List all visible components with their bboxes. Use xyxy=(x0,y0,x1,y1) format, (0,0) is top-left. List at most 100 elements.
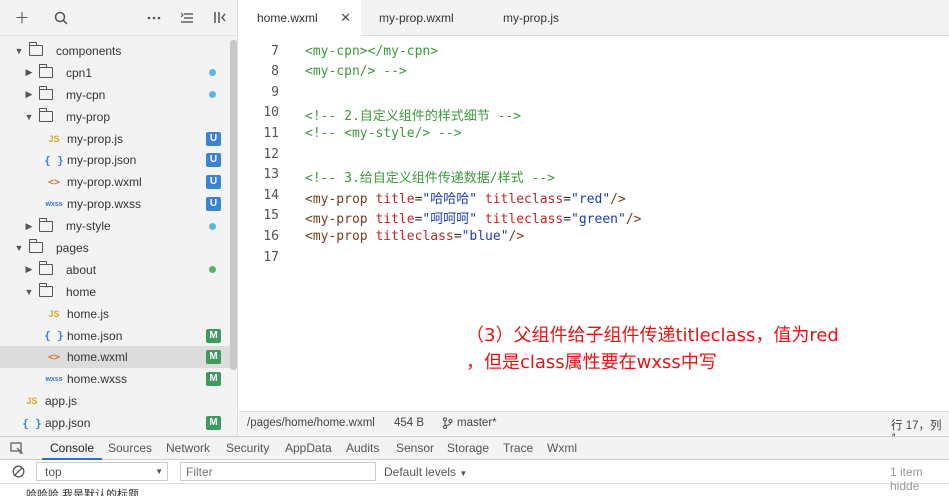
devtools-tab-audits[interactable]: Audits xyxy=(346,437,379,460)
code-token: "哈哈哈" xyxy=(422,191,478,207)
tree-item[interactable]: ▼ pages xyxy=(0,237,237,259)
git-status-badge: M xyxy=(206,372,221,387)
tree-item[interactable]: { } my-prop.json U xyxy=(0,149,237,171)
file-tree: ▼ components ▶ cpn1 ▶ my-cpn ▼ my-prop JS my-prop… xyxy=(0,36,237,434)
code-token: <my-cpn/> --> xyxy=(305,64,407,80)
tree-item-label: my-prop.json xyxy=(67,153,137,168)
git-status-badge: U xyxy=(206,153,221,168)
chevron-down-icon[interactable]: ▼ xyxy=(14,243,24,253)
git-status-badge: M xyxy=(206,328,221,343)
collapse-all-icon[interactable] xyxy=(170,0,203,36)
chevron-down-icon[interactable]: ▼ xyxy=(24,112,34,122)
log-levels-select[interactable]: Default levels ▼ xyxy=(384,465,467,479)
code-line[interactable]: <my-cpn></my-cpn> xyxy=(305,44,438,59)
line-number: 12 xyxy=(263,146,279,162)
chevron-right-icon[interactable]: ▶ xyxy=(24,89,34,100)
split-view-icon[interactable] xyxy=(203,0,236,36)
tree-item[interactable]: { } home.json M xyxy=(0,325,237,347)
code-token: titleclass xyxy=(484,212,564,228)
code-line[interactable]: <!-- 3.给自定义组件传递数据/样式 --> xyxy=(305,167,555,186)
status-dot xyxy=(209,69,216,77)
code-token: <!-- <my-cpn></my-cpn> xyxy=(305,37,477,38)
devtools-tab-sensor[interactable]: Sensor xyxy=(396,437,434,460)
tree-item[interactable]: ▼ components xyxy=(0,40,237,62)
tab-label: my-prop.wxml xyxy=(379,11,454,25)
tree-item[interactable]: { } app.json M xyxy=(0,412,237,434)
code-line[interactable]: <!-- 2.自定义组件的样式细节 --> xyxy=(305,105,521,124)
js-file-icon: JS xyxy=(48,133,60,144)
tab-my-prop-wxml[interactable]: my-prop.wxml xyxy=(361,0,489,36)
tree-item[interactable]: wxss home.wxss M xyxy=(0,368,237,390)
editor-tabs: home.wxml ✕ my-prop.wxml my-prop.js xyxy=(239,0,949,36)
devtools-tab-security[interactable]: Security xyxy=(226,437,269,460)
devtools-tab-storage[interactable]: Storage xyxy=(447,437,489,460)
chevron-right-icon[interactable]: ▶ xyxy=(24,221,34,232)
devtools-tab-console[interactable]: Console xyxy=(42,437,103,460)
more-icon[interactable] xyxy=(137,0,170,36)
console-message: 哈哈哈 我是默认的标题 xyxy=(26,489,140,496)
chevron-right-icon[interactable]: ▶ xyxy=(24,264,34,275)
code-token: = xyxy=(563,212,572,228)
tree-item-label: my-prop.js xyxy=(67,131,124,146)
line-number: 8 xyxy=(271,64,279,80)
tree-item[interactable]: JS home.js xyxy=(0,303,237,325)
tree-item[interactable]: <> home.wxml M xyxy=(0,346,237,369)
js-file-icon: JS xyxy=(48,308,60,319)
code-line[interactable]: <!-- <my-cpn></my-cpn> xyxy=(305,37,477,38)
json-file-icon: { } xyxy=(44,329,64,343)
code-line[interactable]: <my-prop title="呵呵呵" titleclass="green"/… xyxy=(305,208,641,227)
chevron-down-icon[interactable]: ▼ xyxy=(14,46,24,56)
tree-item[interactable]: ▶ my-style xyxy=(0,215,237,237)
wxml-file-icon: <> xyxy=(47,351,61,363)
code-line[interactable]: <my-prop titleclass="blue"/> xyxy=(305,229,524,244)
chevron-down-icon[interactable]: ▼ xyxy=(24,287,34,297)
tree-item-label: app.json xyxy=(45,416,91,431)
annotation-line-2: ，但是class属性要在wxss中写 xyxy=(466,352,717,373)
tree-item[interactable]: <> my-prop.wxml U xyxy=(0,171,237,193)
chevron-right-icon[interactable]: ▶ xyxy=(24,67,34,78)
tree-item[interactable]: JS my-prop.js U xyxy=(0,128,237,150)
tree-item-label: about xyxy=(66,262,97,277)
tree-item[interactable]: ▼ my-prop xyxy=(0,106,237,128)
context-select[interactable]: top ▼ xyxy=(36,462,168,481)
tree-item[interactable]: wxss my-prop.wxss U xyxy=(0,193,237,215)
devtools-tab-trace[interactable]: Trace xyxy=(503,437,533,460)
tree-item[interactable]: ▶ cpn1 xyxy=(0,62,237,84)
code-line[interactable]: <!-- <my-style/> --> xyxy=(305,126,462,141)
clear-console-icon[interactable] xyxy=(12,465,25,481)
file-path[interactable]: /pages/home/home.wxml xyxy=(247,417,375,429)
code-token: "green" xyxy=(571,212,626,228)
tree-item[interactable]: ▶ about xyxy=(0,259,237,281)
tab-my-prop-js[interactable]: my-prop.js xyxy=(489,0,609,36)
devtools-tab-sources[interactable]: Sources xyxy=(108,437,152,460)
console-output: 哈哈哈 我是默认的标题 xyxy=(0,484,949,496)
line-number: 14 xyxy=(263,187,279,203)
git-status-badge: U xyxy=(206,175,221,190)
sidebar-scrollbar[interactable] xyxy=(230,40,237,370)
devtools-tabbar: Console Sources Network Security AppData… xyxy=(0,436,949,460)
dropdown-icon: ▼ xyxy=(155,467,163,476)
tree-item[interactable]: JS app.js xyxy=(0,390,237,412)
devtools-tab-appdata[interactable]: AppData xyxy=(285,437,332,460)
code-line[interactable]: <my-prop title="哈哈哈" titleclass="red"/> xyxy=(305,188,626,207)
js-file-icon: JS xyxy=(26,396,38,407)
code-line[interactable]: <my-cpn/> --> xyxy=(305,64,407,79)
branch-name[interactable]: master* xyxy=(457,417,497,429)
tree-item-label: pages xyxy=(56,240,89,255)
git-status-badge: U xyxy=(206,131,221,146)
tab-home-wxml[interactable]: home.wxml ✕ xyxy=(239,0,361,36)
search-icon[interactable] xyxy=(44,0,77,36)
filter-input[interactable] xyxy=(180,462,376,481)
tree-item[interactable]: ▶ my-cpn xyxy=(0,84,237,106)
close-icon[interactable]: ✕ xyxy=(340,10,351,26)
devtools-tab-wxml[interactable]: Wxml xyxy=(547,437,577,460)
add-icon[interactable]: ＋ xyxy=(0,0,44,36)
code-token: <my-prop xyxy=(305,212,376,228)
devtools-tab-network[interactable]: Network xyxy=(166,437,210,460)
folder-icon xyxy=(38,86,54,101)
code-token: = xyxy=(453,229,462,244)
explorer-toolbar: ＋ xyxy=(0,0,237,36)
folder-open-icon xyxy=(28,42,44,57)
tree-item[interactable]: ▼ home xyxy=(0,281,237,303)
